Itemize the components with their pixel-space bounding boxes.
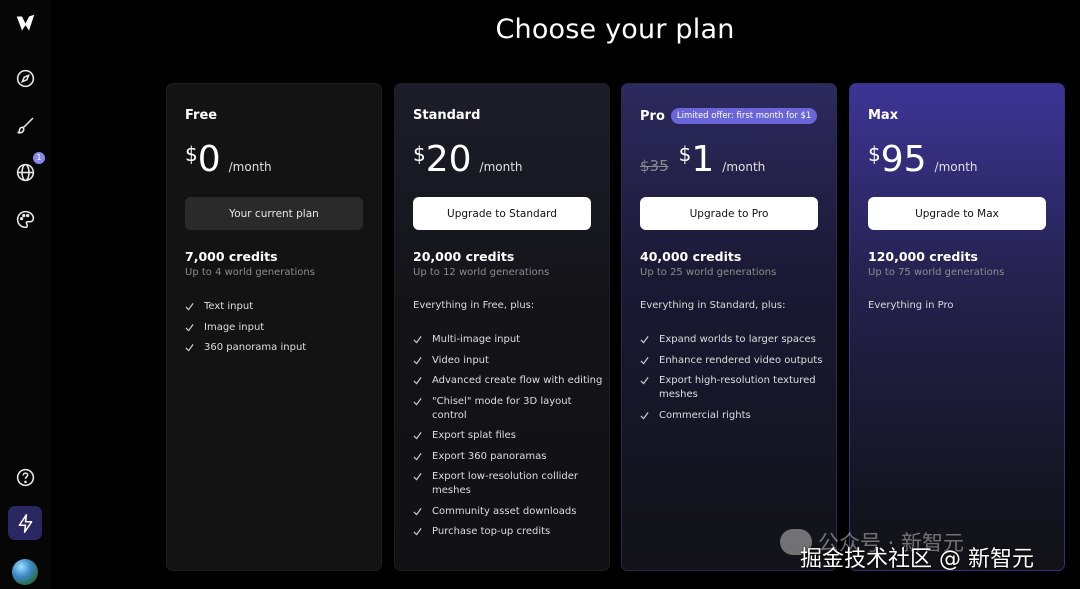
currency: $ (678, 142, 692, 166)
price-period: /month (479, 160, 523, 174)
check-icon (185, 303, 194, 311)
check-icon (185, 323, 194, 332)
credits: 20,000 credits (413, 249, 515, 264)
check-icon (413, 432, 422, 440)
help-icon[interactable] (8, 460, 42, 494)
plan-card-max: Max $ 95 /month Upgrade to Max 120,000 c… (849, 83, 1065, 571)
feature-item: Export low-resolution collider meshes (413, 470, 603, 498)
lightning-icon[interactable] (8, 506, 42, 540)
features-intro: Everything in Standard, plus: (640, 300, 786, 311)
upgrade-standard-button[interactable]: Upgrade to Standard (413, 197, 591, 230)
check-icon (413, 452, 422, 461)
generations: Up to 75 world generations (868, 267, 1005, 278)
price-period: /month (934, 160, 978, 174)
price-amount: 95 (880, 139, 927, 180)
feature-item: Export 360 panoramas (413, 450, 603, 464)
feature-item: Multi-image input (413, 333, 603, 347)
check-icon (640, 411, 649, 420)
feature-item: Image input (185, 321, 375, 335)
notification-badge: 1 (33, 152, 45, 164)
plan-card-free: Free $ 0 /month Your current plan 7,000 … (166, 83, 382, 571)
price: $ 20 /month (413, 140, 523, 180)
check-icon (413, 336, 422, 344)
current-plan-button[interactable]: Your current plan (185, 197, 363, 230)
feature-list: Text input Image input 360 panorama inpu… (185, 300, 375, 362)
check-icon (413, 473, 422, 481)
feature-item: Advanced create flow with editing (413, 374, 603, 388)
feature-item: 360 panorama input (185, 341, 375, 355)
check-icon (640, 336, 649, 344)
features-intro: Everything in Pro (868, 300, 954, 311)
price: $35 $ 1 /month (640, 140, 765, 180)
generations: Up to 25 world generations (640, 267, 777, 278)
palette-icon[interactable] (8, 202, 42, 236)
feature-item: Purchase top-up credits (413, 525, 603, 539)
price: $ 0 /month (185, 140, 272, 180)
feature-list: Multi-image input Video input Advanced c… (413, 333, 603, 546)
watermark-juejin: 掘金技术社区 @ 新智元 (800, 547, 1034, 572)
plan-card-pro: Pro Limited offer: first month for $1 $3… (621, 83, 837, 571)
offer-badge: Limited offer: first month for $1 (670, 108, 818, 124)
price-period: /month (722, 160, 766, 174)
currency: $ (185, 142, 198, 166)
feature-item: "Chisel" mode for 3D layout control (413, 395, 603, 423)
check-icon (413, 397, 422, 406)
feature-item: Community asset downloads (413, 505, 603, 519)
upgrade-max-button[interactable]: Upgrade to Max (868, 197, 1046, 230)
feature-item: Export splat files (413, 429, 603, 443)
upgrade-pro-button[interactable]: Upgrade to Pro (640, 197, 818, 230)
credits: 120,000 credits (868, 249, 978, 264)
check-icon (185, 344, 194, 352)
credits: 7,000 credits (185, 249, 278, 264)
feature-item: Export high-resolution textured meshes (640, 374, 830, 402)
check-icon (640, 377, 649, 385)
check-icon (413, 377, 422, 385)
check-icon (413, 528, 422, 536)
check-icon (413, 356, 422, 365)
feature-item: Video input (413, 354, 603, 368)
plan-name: Pro (640, 108, 665, 124)
price-amount: 1 (691, 139, 715, 180)
avatar[interactable] (12, 559, 38, 585)
feature-item: Enhance rendered video outputs (640, 354, 830, 368)
brush-icon[interactable] (8, 108, 42, 142)
old-price: $35 (640, 157, 669, 175)
feature-item: Text input (185, 300, 375, 314)
page-title: Choose your plan (495, 14, 735, 45)
sidebar: 1 (0, 0, 50, 589)
plan-name: Standard (413, 108, 481, 123)
plan-name: Free (185, 108, 218, 123)
generations: Up to 12 world generations (413, 267, 550, 278)
currency: $ (413, 142, 426, 166)
features-intro: Everything in Free, plus: (413, 300, 535, 311)
plan-name: Max (868, 108, 899, 123)
price-period: /month (228, 160, 272, 174)
feature-item: Expand worlds to larger spaces (640, 333, 830, 347)
check-icon (640, 356, 649, 365)
plan-card-standard: Standard $ 20 /month Upgrade to Standard… (394, 83, 610, 571)
currency: $ (868, 142, 881, 166)
price-amount: 0 (197, 139, 221, 180)
generations: Up to 4 world generations (185, 267, 315, 278)
credits: 40,000 credits (640, 249, 742, 264)
compass-icon[interactable] (8, 61, 42, 95)
price: $ 95 /month (868, 140, 978, 180)
feature-item: Commercial rights (640, 409, 830, 423)
check-icon (413, 507, 422, 516)
feature-list: Expand worlds to larger spaces Enhance r… (640, 333, 830, 429)
price-amount: 20 (425, 139, 472, 180)
